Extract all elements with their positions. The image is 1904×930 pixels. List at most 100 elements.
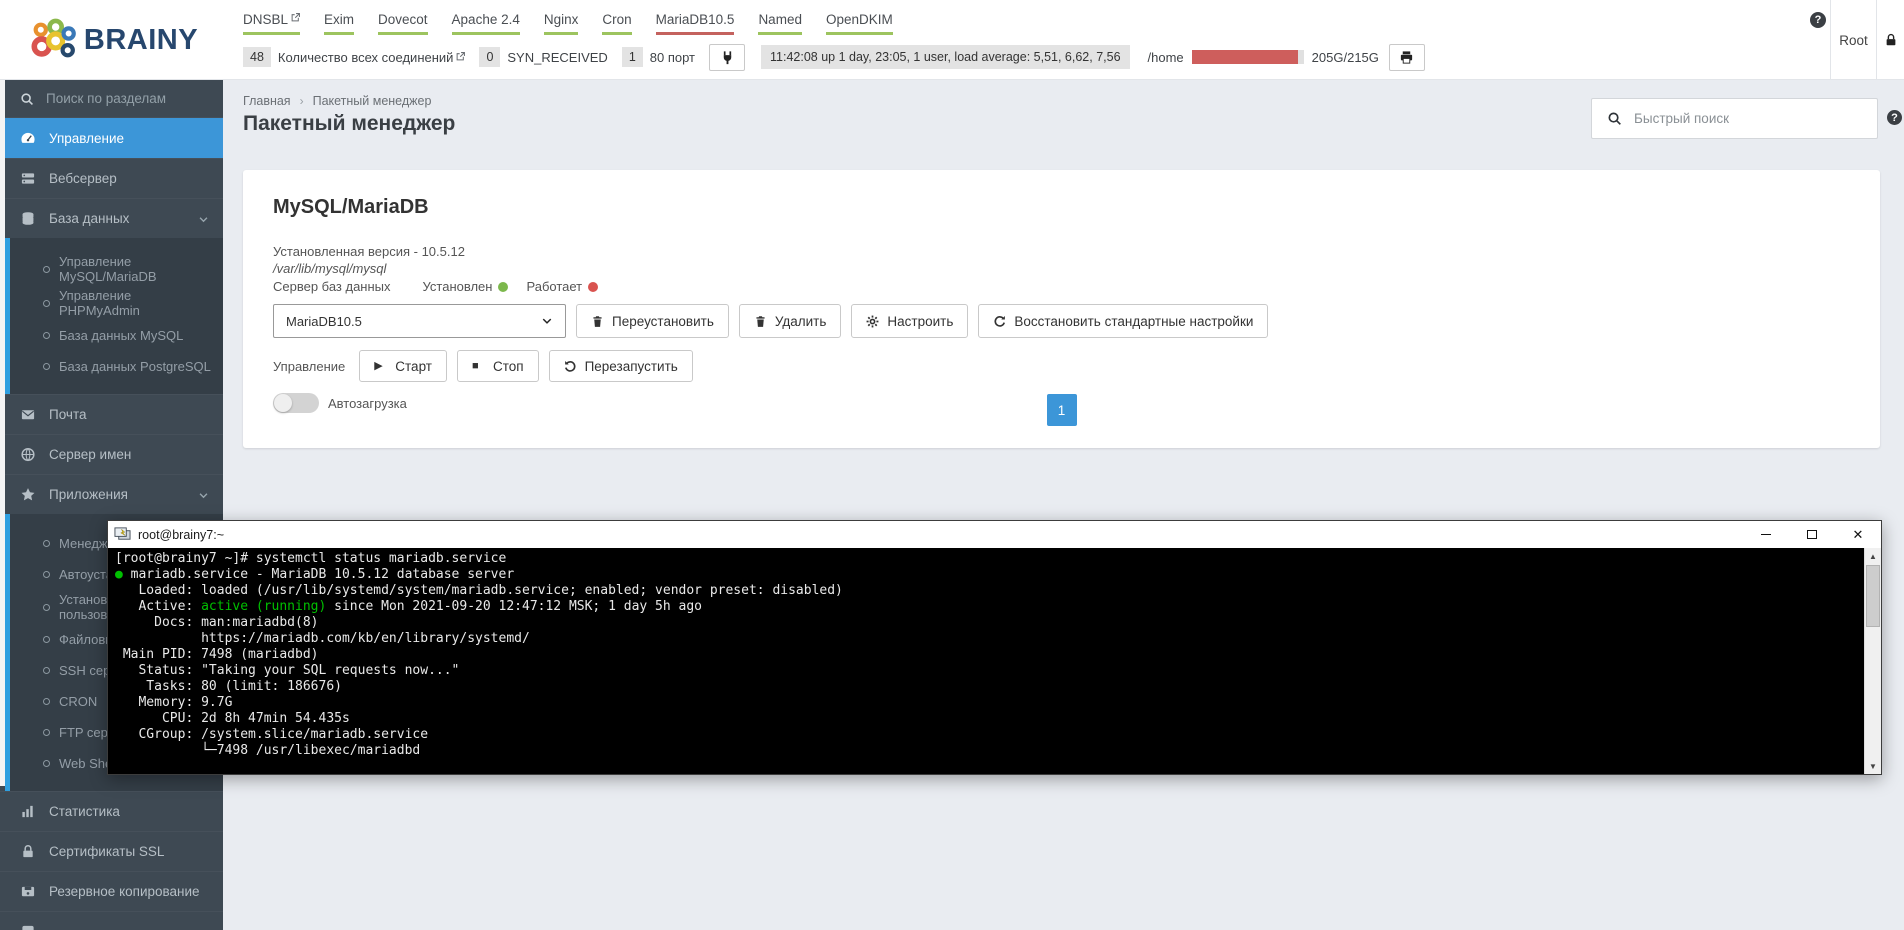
service-link-exim[interactable]: Exim <box>324 12 355 35</box>
server-label: Сервер баз данных <box>273 279 391 294</box>
brainy-logo-icon <box>31 18 76 58</box>
header-help-icon[interactable]: ? <box>1810 12 1826 28</box>
terminal-output[interactable]: [root@brainy7 ~]# systemctl status maria… <box>108 548 1864 774</box>
sidebar-subitem-управление-mysql-mariadb[interactable]: Управление MySQL/MariaDB <box>10 252 223 286</box>
backup-icon <box>20 884 36 899</box>
sidebar-search-input[interactable] <box>46 91 206 106</box>
sidebar-item-ssl-certificates[interactable]: Сертификаты SSL <box>0 831 223 871</box>
sidebar-item-label: Приложения <box>49 487 128 502</box>
service-link-dnsbl[interactable]: DNSBL <box>243 12 301 35</box>
scroll-up-icon[interactable]: ▲ <box>1865 548 1881 564</box>
sidebar-item-nameserver[interactable]: Сервер имен <box>0 434 223 474</box>
sidebar-item-label: Сертификаты SSL <box>49 844 165 859</box>
service-label: Cron <box>602 12 632 27</box>
button-label: Стоп <box>492 358 524 374</box>
terminal-titlebar[interactable]: root@brainy7:~ ✕ <box>108 521 1881 548</box>
disk-usage: /home 205G/215G <box>1148 50 1379 65</box>
dashboard-icon <box>20 131 36 146</box>
package-select[interactable]: MariaDB10.5 <box>273 304 566 338</box>
bullet-icon <box>43 636 50 643</box>
sidebar-item-webserver[interactable]: Вебсервер <box>0 158 223 198</box>
breadcrumb-home[interactable]: Главная <box>243 94 291 108</box>
breadcrumb-current: Пакетный менеджер <box>312 94 432 108</box>
autostart-toggle[interactable] <box>273 393 319 413</box>
sidebar-item-databases[interactable]: База данных <box>0 198 223 238</box>
sidebar-item-management[interactable]: Управление <box>0 118 223 158</box>
package-card: MySQL/MariaDB Установленная версия - 10.… <box>243 170 1880 448</box>
terminal-line: Docs: man:mariadbd(8) <box>115 615 319 630</box>
sidebar-item-statistics[interactable]: Статистика <box>0 791 223 831</box>
terminal-line: Main PID: 7498 (mariadbd) <box>115 647 319 662</box>
service-label: Apache 2.4 <box>451 12 520 27</box>
service-label: Dovecot <box>378 12 428 27</box>
sidebar-item-applications[interactable]: Приложения <box>0 474 223 514</box>
sidebar-scrollbar[interactable] <box>0 80 5 786</box>
external-link-icon <box>456 49 466 60</box>
close-icon[interactable]: ✕ <box>1835 521 1881 548</box>
status-line: Сервер баз данных Установлен Работает <box>273 279 1850 294</box>
bullet-icon <box>43 363 50 370</box>
printer-icon <box>1399 50 1414 65</box>
manage-row: Управление ▶ Старт ■ Стоп Перезапустить <box>273 350 1850 382</box>
service-label: DNSBL <box>243 12 289 27</box>
server-icon <box>20 171 36 186</box>
terminal-scrollbar[interactable]: ▲ ▼ <box>1864 548 1881 774</box>
sidebar-subitem-label: База данных PostgreSQL <box>59 359 211 374</box>
restart-icon <box>564 360 577 373</box>
service-link-mariadb10-5[interactable]: MariaDB10.5 <box>655 12 735 35</box>
button-label: Настроить <box>887 313 954 329</box>
button-настроить[interactable]: Настроить <box>851 304 969 338</box>
user-menu[interactable]: Root <box>1831 0 1876 80</box>
print-button[interactable] <box>1388 43 1425 71</box>
stat-label: SYN_RECEIVED <box>507 49 608 65</box>
service-link-apache-2-4[interactable]: Apache 2.4 <box>451 12 520 35</box>
sidebar-subitem-база-данных-postgresql[interactable]: База данных PostgreSQL <box>10 351 223 382</box>
terminal-line: Active: active (running) since Mon 2021-… <box>115 599 703 614</box>
service-link-opendkim[interactable]: OpenDKIM <box>825 12 893 35</box>
minimize-icon[interactable] <box>1743 521 1789 548</box>
session-lock-button[interactable] <box>1877 0 1904 80</box>
controls-row: MariaDB10.5 Переустановить Удалить Настрои… <box>273 304 1850 338</box>
service-link-cron[interactable]: Cron <box>602 12 632 35</box>
stat-syn-received: 0 SYN_RECEIVED <box>479 47 608 67</box>
button-переустановить[interactable]: Переустановить <box>576 304 729 338</box>
stat-количество-всех-соединений[interactable]: 48 Количество всех соединений <box>243 47 466 67</box>
search-help-icon[interactable]: ? <box>1887 110 1902 125</box>
scroll-down-icon[interactable]: ▼ <box>1865 758 1881 774</box>
button-стоп[interactable]: ■ Стоп <box>456 350 539 382</box>
quick-search-input[interactable] <box>1634 111 1844 126</box>
sidebar-item-partial[interactable] <box>0 911 223 930</box>
sidebar-item-label: Почта <box>49 407 87 422</box>
terminal-line: https://mariadb.com/kb/en/library/system… <box>115 631 530 646</box>
stat-count: 48 <box>243 47 271 67</box>
bullet-icon <box>43 760 50 767</box>
manage-label: Управление <box>273 358 346 374</box>
chevron-down-icon <box>541 315 553 327</box>
button-старт[interactable]: ▶ Старт <box>359 350 447 382</box>
pagination-page-1[interactable]: 1 <box>1046 394 1077 426</box>
button-восстановить-стандартные-настройки[interactable]: Восстановить стандартные настройки <box>978 304 1269 338</box>
service-link-named[interactable]: Named <box>758 12 802 35</box>
sidebar-subitem-база-данных-mysql[interactable]: База данных MySQL <box>10 320 223 351</box>
sidebar-item-label: Сервер имен <box>49 447 132 462</box>
sidebar-submenu-databases: Управление MySQL/MariaDB Управление PHPMy… <box>5 238 223 394</box>
terminal-controls: ✕ <box>1743 521 1881 548</box>
maximize-icon[interactable] <box>1789 521 1835 548</box>
bullet-icon <box>43 729 50 736</box>
plug-button[interactable] <box>709 43 746 71</box>
terminal-icon <box>114 527 131 540</box>
scrollbar-thumb[interactable] <box>1866 565 1880 627</box>
button-удалить[interactable]: Удалить <box>738 304 842 338</box>
sidebar-search <box>0 80 223 118</box>
brainy-logo[interactable]: BRAINY <box>0 0 223 80</box>
button-перезапустить[interactable]: Перезапустить <box>548 350 693 382</box>
installed-status-dot <box>498 281 509 292</box>
lock-icon <box>1886 33 1895 46</box>
disk-usage-bar <box>1191 50 1304 64</box>
service-link-nginx[interactable]: Nginx <box>543 12 579 35</box>
sidebar-item-mail[interactable]: Почта <box>0 394 223 434</box>
sidebar-subitem-управление-phpmyadmin[interactable]: Управление PHPMyAdmin <box>10 286 223 320</box>
sidebar-item-backup[interactable]: Резервное копирование <box>0 871 223 911</box>
service-link-dovecot[interactable]: Dovecot <box>378 12 428 35</box>
running-status-dot <box>588 281 599 292</box>
